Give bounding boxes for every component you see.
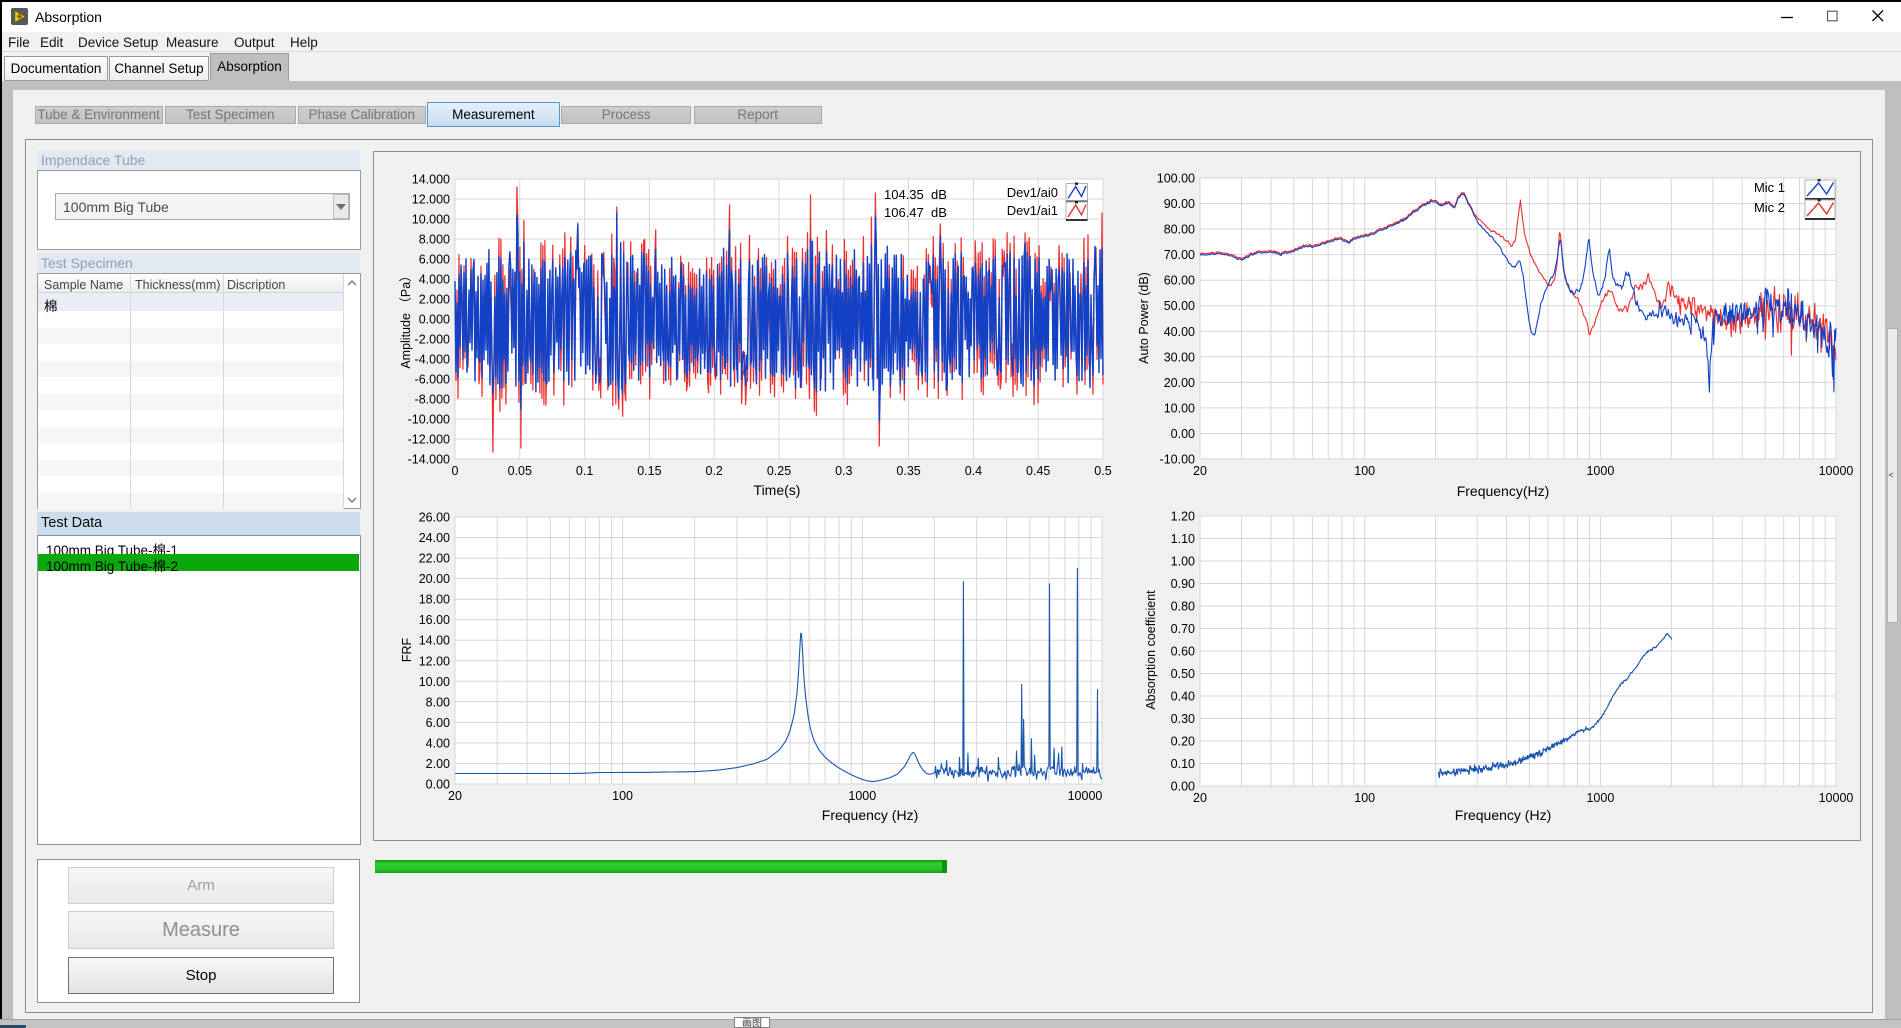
svg-text:50.00: 50.00 — [1164, 299, 1195, 313]
svg-text:1000: 1000 — [1586, 464, 1614, 478]
svg-text:0.3: 0.3 — [835, 464, 852, 478]
svg-text:8.000: 8.000 — [419, 233, 450, 247]
svg-text:104.35: 104.35 — [884, 187, 924, 202]
svg-text:0.35: 0.35 — [896, 464, 920, 478]
svg-text:106.47: 106.47 — [884, 205, 924, 220]
svg-text:1000: 1000 — [848, 789, 876, 803]
svg-text:0.4: 0.4 — [965, 464, 982, 478]
svg-text:Frequency (Hz): Frequency (Hz) — [822, 807, 918, 823]
svg-text:1.00: 1.00 — [1171, 555, 1195, 569]
svg-text:0: 0 — [452, 464, 459, 478]
svg-text:22.00: 22.00 — [419, 552, 450, 566]
svg-text:4.00: 4.00 — [426, 736, 450, 750]
svg-text:-10.000: -10.000 — [408, 413, 450, 427]
svg-text:6.00: 6.00 — [426, 716, 450, 730]
svg-text:dB: dB — [931, 187, 947, 202]
svg-text:100: 100 — [612, 789, 633, 803]
svg-text:Mic 2: Mic 2 — [1754, 200, 1785, 215]
svg-text:dB: dB — [931, 205, 947, 220]
svg-text:10.00: 10.00 — [1164, 401, 1195, 415]
svg-text:0.1: 0.1 — [576, 464, 593, 478]
svg-text:0.45: 0.45 — [1026, 464, 1050, 478]
svg-text:0.10: 0.10 — [1171, 757, 1195, 771]
svg-text:-10.00: -10.00 — [1160, 453, 1195, 467]
svg-text:0.00: 0.00 — [1171, 780, 1195, 794]
svg-text:Dev1/ai0: Dev1/ai0 — [1007, 185, 1058, 200]
svg-text:30.00: 30.00 — [1164, 350, 1195, 364]
svg-text:0.80: 0.80 — [1171, 600, 1195, 614]
svg-text:10000: 10000 — [1819, 464, 1854, 478]
svg-text:90.00: 90.00 — [1164, 197, 1195, 211]
svg-text:100: 100 — [1354, 791, 1375, 805]
svg-text:-14.000: -14.000 — [408, 453, 450, 467]
svg-text:0.00: 0.00 — [1171, 427, 1195, 441]
svg-text:10000: 10000 — [1068, 789, 1103, 803]
svg-text:70.00: 70.00 — [1164, 248, 1195, 262]
svg-text:14.000: 14.000 — [412, 173, 450, 187]
svg-text:-2.000: -2.000 — [415, 333, 450, 347]
svg-text:0.000: 0.000 — [419, 313, 450, 327]
svg-text:1.10: 1.10 — [1171, 532, 1195, 546]
svg-text:1000: 1000 — [1586, 791, 1614, 805]
svg-text:0.15: 0.15 — [637, 464, 661, 478]
svg-text:10.00: 10.00 — [419, 675, 450, 689]
svg-text:0.40: 0.40 — [1171, 690, 1195, 704]
svg-text:60.00: 60.00 — [1164, 274, 1195, 288]
svg-text:0.60: 0.60 — [1171, 645, 1195, 659]
svg-text:Frequency (Hz): Frequency (Hz) — [1455, 807, 1551, 823]
svg-text:80.00: 80.00 — [1164, 223, 1195, 237]
svg-text:10000: 10000 — [1819, 791, 1854, 805]
svg-text:26.00: 26.00 — [419, 511, 450, 525]
svg-text:0.5: 0.5 — [1094, 464, 1111, 478]
svg-text:Frequency(Hz): Frequency(Hz) — [1457, 483, 1550, 499]
svg-text:18.00: 18.00 — [419, 593, 450, 607]
svg-text:FRF: FRF — [400, 637, 414, 662]
svg-text:Auto Power (dB): Auto Power (dB) — [1137, 272, 1151, 364]
svg-text:12.00: 12.00 — [419, 654, 450, 668]
svg-text:20.00: 20.00 — [1164, 376, 1195, 390]
svg-text:16.00: 16.00 — [419, 613, 450, 627]
svg-text:Time(s): Time(s) — [754, 482, 801, 498]
svg-text:2.00: 2.00 — [426, 757, 450, 771]
svg-text:0.05: 0.05 — [508, 464, 532, 478]
svg-text:0.50: 0.50 — [1171, 667, 1195, 681]
svg-text:40.00: 40.00 — [1164, 325, 1195, 339]
svg-text:2.000: 2.000 — [419, 293, 450, 307]
svg-text:8.00: 8.00 — [426, 695, 450, 709]
svg-text:0.70: 0.70 — [1171, 622, 1195, 636]
svg-text:Absorption coefficient: Absorption coefficient — [1144, 590, 1158, 710]
svg-text:Dev1/ai1: Dev1/ai1 — [1007, 203, 1058, 218]
svg-text:20: 20 — [1193, 464, 1207, 478]
svg-text:20.00: 20.00 — [419, 572, 450, 586]
svg-text:24.00: 24.00 — [419, 531, 450, 545]
svg-text:20: 20 — [1193, 791, 1207, 805]
svg-text:Mic 1: Mic 1 — [1754, 180, 1785, 195]
svg-text:-8.000: -8.000 — [415, 393, 450, 407]
svg-text:10.000: 10.000 — [412, 213, 450, 227]
svg-text:4.000: 4.000 — [419, 273, 450, 287]
svg-text:14.00: 14.00 — [419, 634, 450, 648]
svg-text:-6.000: -6.000 — [415, 373, 450, 387]
svg-text:100: 100 — [1354, 464, 1375, 478]
svg-text:0.90: 0.90 — [1171, 577, 1195, 591]
svg-text:0.30: 0.30 — [1171, 712, 1195, 726]
svg-text:0.2: 0.2 — [706, 464, 723, 478]
svg-text:-4.000: -4.000 — [415, 353, 450, 367]
svg-text:Amplitude （Pa）: Amplitude （Pa） — [399, 269, 413, 368]
svg-text:1.20: 1.20 — [1171, 510, 1195, 524]
svg-text:0.25: 0.25 — [767, 464, 791, 478]
svg-text:12.000: 12.000 — [412, 193, 450, 207]
svg-text:0.20: 0.20 — [1171, 735, 1195, 749]
svg-text:100.00: 100.00 — [1157, 172, 1195, 186]
svg-text:-12.000: -12.000 — [408, 433, 450, 447]
svg-text:20: 20 — [448, 789, 462, 803]
svg-text:6.000: 6.000 — [419, 253, 450, 267]
svg-text:0.00: 0.00 — [426, 778, 450, 792]
